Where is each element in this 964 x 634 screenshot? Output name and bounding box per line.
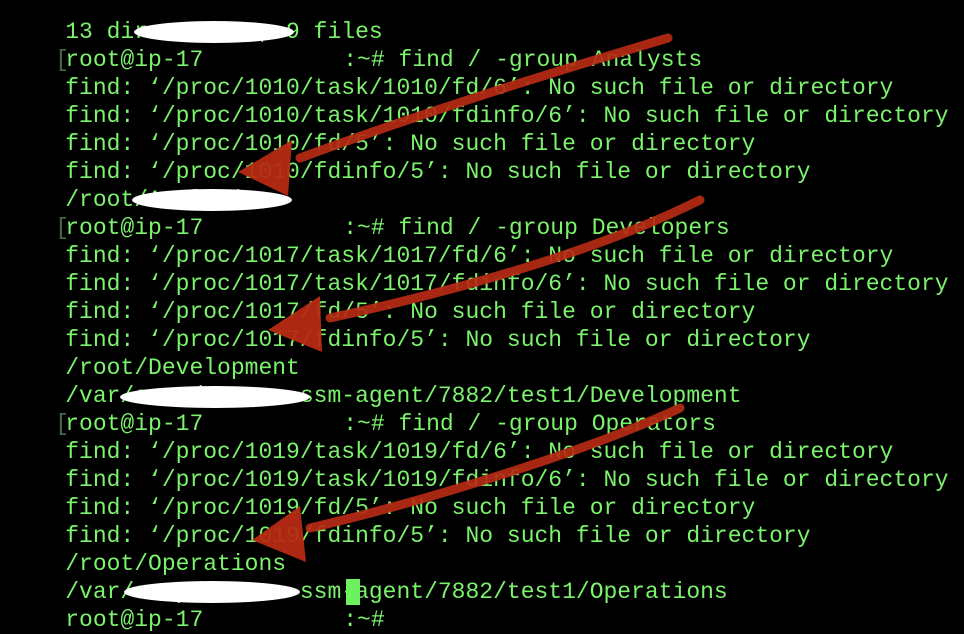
- terminal-output-line: find: ‘/proc/1019/fd/5’: No such file or…: [0, 466, 755, 521]
- terminal-prompt-line: [root@ip-17:~# find / -group Analysts: [0, 18, 702, 73]
- terminal-output-line: /root/Development: [0, 326, 300, 381]
- redaction-mark: [134, 21, 294, 43]
- terminal-output-line: find: ‘/proc/1019/fdinfo/5’: No such fil…: [0, 494, 810, 549]
- terminal-output-line: find: ‘/proc/1010/fdinfo/5’: No such fil…: [0, 130, 810, 185]
- redaction-mark: [132, 189, 292, 211]
- command-text: [385, 607, 399, 633]
- terminal-window[interactable]: 13 directories, 9 files [root@ip-17:~# f…: [0, 0, 964, 634]
- terminal-output-line: find: ‘/proc/1019/task/1019/fdinfo/6’: N…: [0, 438, 948, 493]
- terminal-output-line: /var/snap/amazon-ssm-agent/7882/test1/Op…: [0, 550, 728, 605]
- terminal-cursor[interactable]: [346, 579, 360, 605]
- terminal-output-line: find: ‘/proc/1017/task/1017/fd/6’: No su…: [0, 214, 893, 269]
- terminal-output-line: /var/snap/amazon-ssm-agent/7882/test1/De…: [0, 354, 741, 409]
- terminal-output-line: 13 directories, 9 files: [0, 0, 382, 45]
- terminal-output-line: find: ‘/proc/1010/task/1010/fdinfo/6’: N…: [0, 74, 948, 129]
- redaction-mark: [120, 386, 310, 408]
- redaction-mark: [124, 581, 300, 603]
- terminal-output-line: find: ‘/proc/1017/task/1017/fdinfo/6’: N…: [0, 242, 948, 297]
- terminal-output-line: find: ‘/proc/1010/fd/5’: No such file or…: [0, 102, 755, 157]
- terminal-output-line: /root/Operations: [0, 522, 286, 577]
- terminal-prompt-line: [root@ip-17:~# find / -group Developers: [0, 186, 730, 241]
- terminal-output-line: find: ‘/proc/1010/task/1010/fd/6’: No su…: [0, 46, 893, 101]
- terminal-prompt-line: [root@ip-17:~# find / -group Operators: [0, 382, 716, 437]
- prompt-user-host: root@ip-17: [65, 607, 204, 633]
- terminal-output-line: /root/Analytics: [0, 158, 272, 213]
- terminal-output-line: find: ‘/proc/1019/task/1019/fd/6’: No su…: [0, 410, 893, 465]
- prompt-symbol: :~#: [343, 607, 385, 633]
- terminal-output-line: find: ‘/proc/1017/fdinfo/5’: No such fil…: [0, 298, 810, 353]
- terminal-output-line: find: ‘/proc/1017/fd/5’: No such file or…: [0, 270, 755, 325]
